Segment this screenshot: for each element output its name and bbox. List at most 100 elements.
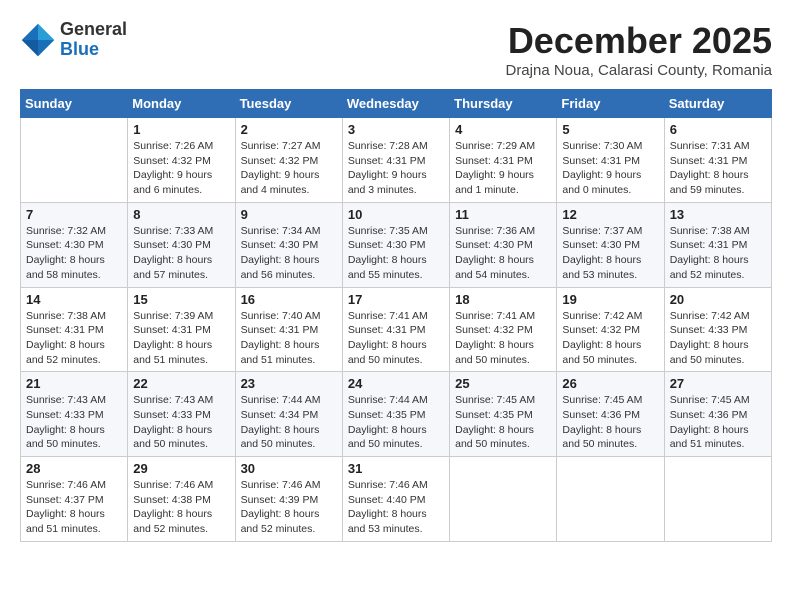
page-header: General Blue December 2025 Drajna Noua, … — [20, 20, 772, 79]
calendar-cell: 13 Sunrise: 7:38 AM Sunset: 4:31 PM Dayli… — [664, 202, 771, 287]
logo-blue: Blue — [60, 40, 127, 60]
day-number: 19 — [562, 292, 658, 307]
cell-content: Sunrise: 7:31 AM Sunset: 4:31 PM Dayligh… — [670, 139, 766, 198]
calendar-cell: 15Sunrise: 7:39 AM Sunset: 4:31 PM Dayli… — [128, 287, 235, 372]
day-number: 13 — [670, 207, 766, 222]
day-number: 23 — [241, 376, 337, 391]
day-number: 17 — [348, 292, 444, 307]
day-number: 16 — [241, 292, 337, 307]
cell-content: Sunrise: 7:26 AM Sunset: 4:32 PM Dayligh… — [133, 139, 229, 198]
day-number: 18 — [455, 292, 551, 307]
day-of-week-tuesday: Tuesday — [235, 90, 342, 118]
calendar-week-3: 14Sunrise: 7:38 AM Sunset: 4:31 PM Dayli… — [21, 287, 772, 372]
day-number: 21 — [26, 376, 122, 391]
day-number: 31 — [348, 461, 444, 476]
logo: General Blue — [20, 20, 127, 60]
calendar-cell: 28 Sunrise: 7:46 AM Sunset: 4:37 PM Dayli… — [21, 457, 128, 542]
cell-content: Sunrise: 7:46 AM Sunset: 4:40 PM Dayligh… — [348, 478, 444, 537]
cell-content: Sunrise: 7:30 AM Sunset: 4:31 PM Dayligh… — [562, 139, 658, 198]
cell-content: Sunrise: 7:46 AM Sunset: 4:37 PM Dayligh… — [26, 478, 122, 537]
cell-content: Sunrise: 7:33 AM Sunset: 4:30 PM Dayligh… — [133, 224, 229, 283]
cell-content: Sunrise: 7:37 AM Sunset: 4:30 PM Dayligh… — [562, 224, 658, 283]
day-number: 7 — [26, 207, 122, 222]
calendar-cell: 11Sunrise: 7:36 AM Sunset: 4:30 PM Dayli… — [450, 202, 557, 287]
cell-content: Sunrise: 7:27 AM Sunset: 4:32 PM Dayligh… — [241, 139, 337, 198]
calendar-cell: 14Sunrise: 7:38 AM Sunset: 4:31 PM Dayli… — [21, 287, 128, 372]
calendar-cell: 30 Sunrise: 7:46 AM Sunset: 4:39 PM Dayli… — [235, 457, 342, 542]
calendar-cell: 29 Sunrise: 7:46 AM Sunset: 4:38 PM Dayli… — [128, 457, 235, 542]
day-of-week-sunday: Sunday — [21, 90, 128, 118]
calendar-cell: 31 Sunrise: 7:46 AM Sunset: 4:40 PM Dayli… — [342, 457, 449, 542]
calendar-table: SundayMondayTuesdayWednesdayThursdayFrid… — [20, 89, 772, 542]
calendar-cell — [664, 457, 771, 542]
calendar-cell: 2 Sunrise: 7:27 AM Sunset: 4:32 PM Daylig… — [235, 118, 342, 203]
day-number: 30 — [241, 461, 337, 476]
logo-text: General Blue — [60, 20, 127, 60]
cell-content: Sunrise: 7:43 AM Sunset: 4:33 PM Dayligh… — [133, 393, 229, 452]
calendar-cell: 19 Sunrise: 7:42 AM Sunset: 4:32 PM Dayli… — [557, 287, 664, 372]
cell-content: Sunrise: 7:29 AM Sunset: 4:31 PM Dayligh… — [455, 139, 551, 198]
calendar-cell: 5 Sunrise: 7:30 AM Sunset: 4:31 PM Daylig… — [557, 118, 664, 203]
day-of-week-friday: Friday — [557, 90, 664, 118]
cell-content: Sunrise: 7:45 AM Sunset: 4:36 PM Dayligh… — [670, 393, 766, 452]
cell-content: Sunrise: 7:45 AM Sunset: 4:35 PM Dayligh… — [455, 393, 551, 452]
calendar-cell: 21 Sunrise: 7:43 AM Sunset: 4:33 PM Dayli… — [21, 372, 128, 457]
cell-content: Sunrise: 7:43 AM Sunset: 4:33 PM Dayligh… — [26, 393, 122, 452]
day-of-week-thursday: Thursday — [450, 90, 557, 118]
day-number: 24 — [348, 376, 444, 391]
day-number: 8 — [133, 207, 229, 222]
cell-content: Sunrise: 7:34 AM Sunset: 4:30 PM Dayligh… — [241, 224, 337, 283]
day-number: 11 — [455, 207, 551, 222]
cell-content: Sunrise: 7:38 AM Sunset: 4:31 PM Dayligh… — [670, 224, 766, 283]
calendar-cell: 20Sunrise: 7:42 AM Sunset: 4:33 PM Dayli… — [664, 287, 771, 372]
calendar-cell: 12Sunrise: 7:37 AM Sunset: 4:30 PM Dayli… — [557, 202, 664, 287]
calendar-cell: 25 Sunrise: 7:45 AM Sunset: 4:35 PM Dayli… — [450, 372, 557, 457]
cell-content: Sunrise: 7:46 AM Sunset: 4:38 PM Dayligh… — [133, 478, 229, 537]
day-of-week-monday: Monday — [128, 90, 235, 118]
cell-content: Sunrise: 7:40 AM Sunset: 4:31 PM Dayligh… — [241, 309, 337, 368]
calendar-cell: 9 Sunrise: 7:34 AM Sunset: 4:30 PM Daylig… — [235, 202, 342, 287]
title-block: December 2025 Drajna Noua, Calarasi Coun… — [505, 20, 772, 79]
calendar-cell: 8 Sunrise: 7:33 AM Sunset: 4:30 PM Daylig… — [128, 202, 235, 287]
calendar-cell: 26 Sunrise: 7:45 AM Sunset: 4:36 PM Dayli… — [557, 372, 664, 457]
day-number: 28 — [26, 461, 122, 476]
days-of-week-row: SundayMondayTuesdayWednesdayThursdayFrid… — [21, 90, 772, 118]
cell-content: Sunrise: 7:44 AM Sunset: 4:34 PM Dayligh… — [241, 393, 337, 452]
calendar-cell: 7Sunrise: 7:32 AM Sunset: 4:30 PM Daylig… — [21, 202, 128, 287]
cell-content: Sunrise: 7:41 AM Sunset: 4:31 PM Dayligh… — [348, 309, 444, 368]
calendar-week-4: 21 Sunrise: 7:43 AM Sunset: 4:33 PM Dayli… — [21, 372, 772, 457]
day-number: 25 — [455, 376, 551, 391]
day-number: 27 — [670, 376, 766, 391]
calendar-cell: 10Sunrise: 7:35 AM Sunset: 4:30 PM Dayli… — [342, 202, 449, 287]
calendar-cell: 23 Sunrise: 7:44 AM Sunset: 4:34 PM Dayli… — [235, 372, 342, 457]
day-number: 6 — [670, 122, 766, 137]
calendar-cell: 3Sunrise: 7:28 AM Sunset: 4:31 PM Daylig… — [342, 118, 449, 203]
cell-content: Sunrise: 7:42 AM Sunset: 4:32 PM Dayligh… — [562, 309, 658, 368]
day-number: 15 — [133, 292, 229, 307]
calendar-cell: 16 Sunrise: 7:40 AM Sunset: 4:31 PM Dayli… — [235, 287, 342, 372]
calendar-week-5: 28 Sunrise: 7:46 AM Sunset: 4:37 PM Dayli… — [21, 457, 772, 542]
day-number: 9 — [241, 207, 337, 222]
calendar-week-2: 7Sunrise: 7:32 AM Sunset: 4:30 PM Daylig… — [21, 202, 772, 287]
day-number: 26 — [562, 376, 658, 391]
location-subtitle: Drajna Noua, Calarasi County, Romania — [505, 62, 772, 79]
calendar-cell: 1Sunrise: 7:26 AM Sunset: 4:32 PM Daylig… — [128, 118, 235, 203]
calendar-week-1: 1Sunrise: 7:26 AM Sunset: 4:32 PM Daylig… — [21, 118, 772, 203]
cell-content: Sunrise: 7:28 AM Sunset: 4:31 PM Dayligh… — [348, 139, 444, 198]
cell-content: Sunrise: 7:46 AM Sunset: 4:39 PM Dayligh… — [241, 478, 337, 537]
day-number: 2 — [241, 122, 337, 137]
calendar-cell: 4Sunrise: 7:29 AM Sunset: 4:31 PM Daylig… — [450, 118, 557, 203]
day-number: 5 — [562, 122, 658, 137]
cell-content: Sunrise: 7:42 AM Sunset: 4:33 PM Dayligh… — [670, 309, 766, 368]
month-year-title: December 2025 — [505, 20, 772, 62]
calendar-cell — [557, 457, 664, 542]
logo-icon — [20, 22, 56, 58]
cell-content: Sunrise: 7:45 AM Sunset: 4:36 PM Dayligh… — [562, 393, 658, 452]
calendar-cell — [21, 118, 128, 203]
day-number: 29 — [133, 461, 229, 476]
day-number: 14 — [26, 292, 122, 307]
day-number: 10 — [348, 207, 444, 222]
calendar-body: 1Sunrise: 7:26 AM Sunset: 4:32 PM Daylig… — [21, 118, 772, 542]
calendar-cell: 6 Sunrise: 7:31 AM Sunset: 4:31 PM Daylig… — [664, 118, 771, 203]
calendar-header: SundayMondayTuesdayWednesdayThursdayFrid… — [21, 90, 772, 118]
